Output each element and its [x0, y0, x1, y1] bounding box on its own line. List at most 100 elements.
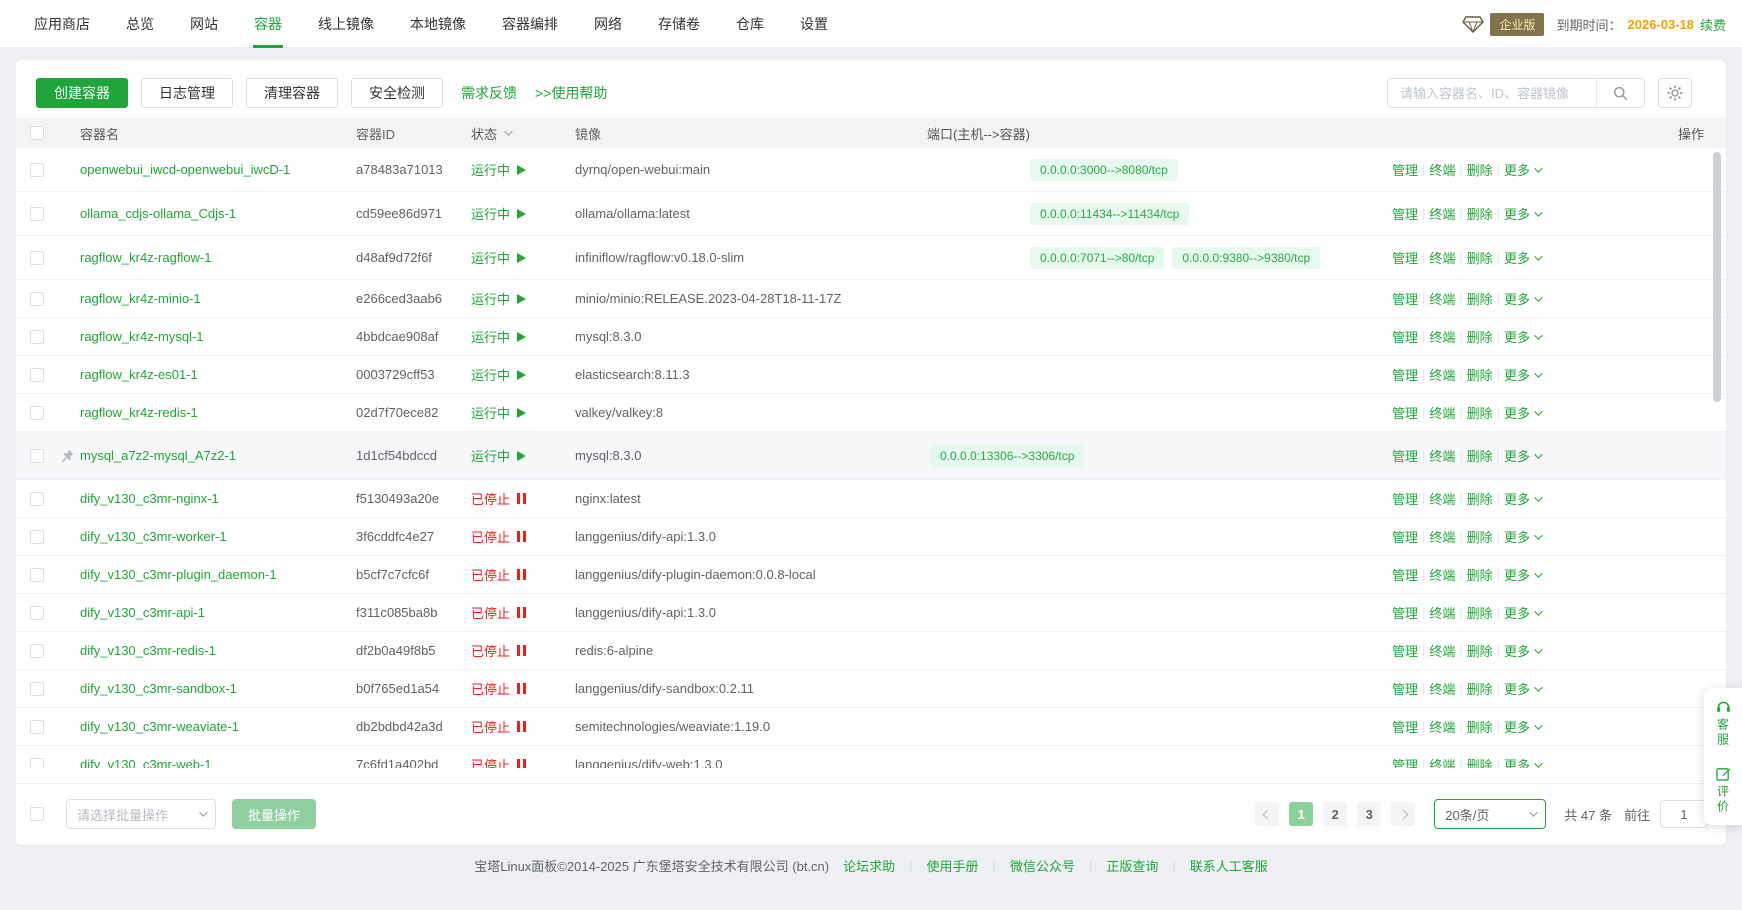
- row-checkbox[interactable]: [30, 530, 44, 544]
- row-checkbox[interactable]: [30, 251, 44, 265]
- security-check-button[interactable]: 安全检测: [351, 78, 443, 108]
- terminal-link[interactable]: 终端: [1429, 446, 1455, 465]
- footer-link-manual[interactable]: 使用手册: [927, 856, 979, 875]
- manage-link[interactable]: 管理: [1392, 365, 1418, 384]
- nav-tab-online-images[interactable]: 线上镜像: [300, 0, 392, 48]
- page-button-1[interactable]: 1: [1289, 802, 1313, 826]
- renew-link[interactable]: 续费: [1700, 15, 1726, 34]
- terminal-link[interactable]: 终端: [1429, 641, 1455, 660]
- row-checkbox[interactable]: [30, 207, 44, 221]
- row-checkbox[interactable]: [30, 568, 44, 582]
- row-checkbox[interactable]: [30, 758, 44, 769]
- more-link[interactable]: 更多: [1504, 717, 1540, 736]
- manage-link[interactable]: 管理: [1392, 403, 1418, 422]
- manage-link[interactable]: 管理: [1392, 679, 1418, 698]
- feedback-link[interactable]: 需求反馈: [461, 83, 517, 103]
- terminal-link[interactable]: 终端: [1429, 289, 1455, 308]
- container-name-link[interactable]: ragflow_kr4z-mysql-1: [80, 329, 204, 344]
- delete-link[interactable]: 删除: [1467, 289, 1493, 308]
- play-icon[interactable]: [517, 165, 526, 175]
- manage-link[interactable]: 管理: [1392, 248, 1418, 267]
- delete-link[interactable]: 删除: [1467, 248, 1493, 267]
- more-link[interactable]: 更多: [1504, 679, 1540, 698]
- nav-tab-network[interactable]: 网络: [576, 0, 640, 48]
- play-icon[interactable]: [517, 451, 526, 461]
- container-name-link[interactable]: dify_v130_c3mr-worker-1: [80, 529, 227, 544]
- prev-page-button[interactable]: [1255, 802, 1279, 826]
- pause-icon[interactable]: [517, 683, 526, 694]
- terminal-link[interactable]: 终端: [1429, 204, 1455, 223]
- nav-tab-volumes[interactable]: 存储卷: [640, 0, 718, 48]
- container-name-link[interactable]: dify_v130_c3mr-sandbox-1: [80, 681, 237, 696]
- more-link[interactable]: 更多: [1504, 565, 1540, 584]
- page-button-2[interactable]: 2: [1323, 802, 1347, 826]
- manage-link[interactable]: 管理: [1392, 527, 1418, 546]
- goto-page-input[interactable]: [1660, 800, 1708, 828]
- page-button-3[interactable]: 3: [1357, 802, 1381, 826]
- scrollbar-thumb[interactable]: [1713, 152, 1721, 402]
- header-status-filter[interactable]: 状态: [471, 124, 575, 143]
- delete-link[interactable]: 删除: [1467, 527, 1493, 546]
- container-name-link[interactable]: dify_v130_c3mr-web-1: [80, 757, 212, 768]
- delete-link[interactable]: 删除: [1467, 365, 1493, 384]
- manage-link[interactable]: 管理: [1392, 160, 1418, 179]
- table-settings-button[interactable]: [1658, 78, 1692, 108]
- container-name-link[interactable]: ragflow_kr4z-es01-1: [80, 367, 198, 382]
- row-checkbox[interactable]: [30, 330, 44, 344]
- manage-link[interactable]: 管理: [1392, 641, 1418, 660]
- container-name-link[interactable]: dify_v130_c3mr-plugin_daemon-1: [80, 567, 277, 582]
- more-link[interactable]: 更多: [1504, 365, 1540, 384]
- row-checkbox[interactable]: [30, 492, 44, 506]
- nav-tab-orchestrate[interactable]: 容器编排: [484, 0, 576, 48]
- row-checkbox[interactable]: [30, 644, 44, 658]
- delete-link[interactable]: 删除: [1467, 565, 1493, 584]
- more-link[interactable]: 更多: [1504, 446, 1540, 465]
- manage-link[interactable]: 管理: [1392, 489, 1418, 508]
- more-link[interactable]: 更多: [1504, 403, 1540, 422]
- container-name-link[interactable]: dify_v130_c3mr-api-1: [80, 605, 205, 620]
- manage-link[interactable]: 管理: [1392, 327, 1418, 346]
- row-checkbox[interactable]: [30, 720, 44, 734]
- delete-link[interactable]: 删除: [1467, 403, 1493, 422]
- more-link[interactable]: 更多: [1504, 527, 1540, 546]
- delete-link[interactable]: 删除: [1467, 679, 1493, 698]
- search-input[interactable]: [1388, 86, 1596, 101]
- manage-link[interactable]: 管理: [1392, 446, 1418, 465]
- row-checkbox[interactable]: [30, 682, 44, 696]
- nav-tab-registry[interactable]: 仓库: [718, 0, 782, 48]
- nav-tab-website[interactable]: 网站: [172, 0, 236, 48]
- row-checkbox[interactable]: [30, 163, 44, 177]
- pause-icon[interactable]: [517, 607, 526, 618]
- pause-icon[interactable]: [517, 531, 526, 542]
- more-link[interactable]: 更多: [1504, 160, 1540, 179]
- delete-link[interactable]: 删除: [1467, 160, 1493, 179]
- delete-link[interactable]: 删除: [1467, 641, 1493, 660]
- nav-tab-container[interactable]: 容器: [236, 0, 300, 48]
- terminal-link[interactable]: 终端: [1429, 160, 1455, 179]
- row-checkbox[interactable]: [30, 368, 44, 382]
- page-size-select[interactable]: 20条/页: [1434, 799, 1546, 829]
- search-button[interactable]: [1596, 78, 1644, 108]
- batch-operation-select[interactable]: 请选择批量操作: [66, 799, 216, 829]
- container-name-link[interactable]: ollama_cdjs-ollama_Cdjs-1: [80, 206, 236, 221]
- container-name-link[interactable]: openwebui_iwcd-openwebui_iwcD-1: [80, 162, 290, 177]
- terminal-link[interactable]: 终端: [1429, 327, 1455, 346]
- manage-link[interactable]: 管理: [1392, 204, 1418, 223]
- terminal-link[interactable]: 终端: [1429, 603, 1455, 622]
- batch-operation-button[interactable]: 批量操作: [232, 799, 316, 829]
- delete-link[interactable]: 删除: [1467, 204, 1493, 223]
- delete-link[interactable]: 删除: [1467, 717, 1493, 736]
- play-icon[interactable]: [517, 408, 526, 418]
- footer-link-support[interactable]: 联系人工客服: [1190, 856, 1268, 875]
- container-name-link[interactable]: ragflow_kr4z-minio-1: [80, 291, 201, 306]
- terminal-link[interactable]: 终端: [1429, 248, 1455, 267]
- row-checkbox[interactable]: [30, 292, 44, 306]
- footer-link-genuine[interactable]: 正版查询: [1106, 856, 1158, 875]
- terminal-link[interactable]: 终端: [1429, 755, 1455, 768]
- manage-link[interactable]: 管理: [1392, 755, 1418, 768]
- delete-link[interactable]: 删除: [1467, 603, 1493, 622]
- container-name-link[interactable]: dify_v130_c3mr-redis-1: [80, 643, 216, 658]
- pause-icon[interactable]: [517, 645, 526, 656]
- pause-icon[interactable]: [517, 759, 526, 768]
- delete-link[interactable]: 删除: [1467, 489, 1493, 508]
